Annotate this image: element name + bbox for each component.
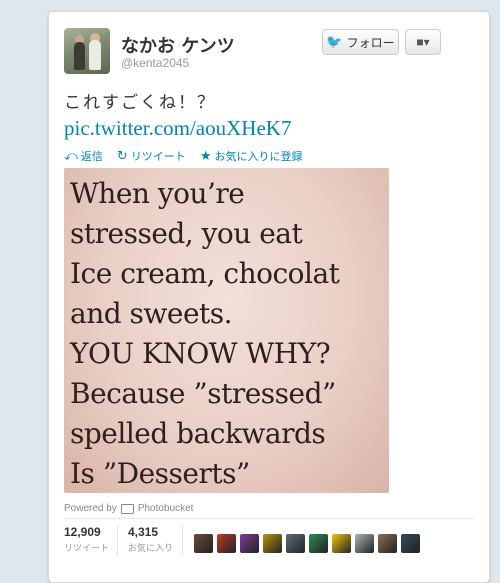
powered-by: Powered by Photobucket	[64, 503, 193, 514]
user-dropdown-button[interactable]: ■▾	[405, 29, 441, 55]
photo-text-line: Is ”Desserts”	[70, 457, 250, 490]
photo-text-line: spelled backwards	[70, 417, 326, 450]
favoriter-avatar[interactable]	[194, 534, 213, 553]
stats-divider	[64, 518, 474, 519]
favorite-action[interactable]: ★ お気に入りに登録	[200, 148, 303, 164]
photo-text-line: When you’re	[70, 177, 245, 210]
favorite-label: お気に入りに登録	[214, 151, 303, 163]
photo-text-line: and sweets.	[70, 297, 233, 330]
retweet-count: 12,909	[64, 525, 101, 539]
avatar-figure-right	[89, 40, 101, 70]
tweet-text: これすごくね！？	[64, 93, 216, 113]
favoriter-avatars	[194, 534, 420, 553]
star-icon: ★	[199, 148, 212, 163]
tweet-link[interactable]: pic.twitter.com/aouXHeK7	[64, 116, 291, 141]
powered-by-label: Powered by	[64, 503, 117, 514]
retweet-icon: ↻	[116, 148, 128, 163]
favorite-count-label: お気に入り	[128, 543, 174, 553]
favoriter-avatar[interactable]	[217, 534, 236, 553]
photobucket-link[interactable]: Photobucket	[138, 503, 194, 514]
avatar-figure-left	[74, 42, 85, 70]
favoriter-avatar[interactable]	[332, 534, 351, 553]
photo-text-line: stressed, you eat	[70, 217, 303, 250]
favoriter-avatar[interactable]	[401, 534, 420, 553]
favoriter-avatar[interactable]	[355, 534, 374, 553]
favoriter-avatar[interactable]	[263, 534, 282, 553]
favoriter-avatar[interactable]	[378, 534, 397, 553]
reply-icon: ⤺	[64, 148, 78, 163]
reply-label: 返信	[80, 151, 103, 163]
stat-separator	[182, 526, 183, 556]
user-dropdown-icon: ■▾	[416, 35, 430, 49]
favoriter-avatar[interactable]	[309, 534, 328, 553]
screen-name[interactable]: @kenta2045	[121, 56, 189, 70]
follow-label: フォロー	[346, 35, 395, 50]
tweet-actions: ⤺ 返信 ↻ リツイート ★ お気に入りに登録	[64, 148, 302, 164]
avatar[interactable]	[64, 28, 110, 74]
retweet-action[interactable]: ↻ リツイート	[117, 148, 186, 164]
retweet-stat[interactable]: 12,909 リツイート	[64, 525, 109, 554]
photo-text-line: Ice cream, chocolat	[70, 257, 340, 290]
twitter-bird-icon: 🐦	[326, 34, 343, 49]
favorite-stat[interactable]: 4,315 お気に入り	[128, 525, 173, 554]
photo-text-line: YOU KNOW WHY?	[70, 337, 331, 370]
photo-text-line: Because ”stressed”	[70, 377, 336, 410]
favoriter-avatar[interactable]	[286, 534, 305, 553]
display-name[interactable]: なかお ケンツ	[121, 32, 235, 58]
favoriter-avatar[interactable]	[240, 534, 259, 553]
tweet-card: なかお ケンツ @kenta2045 🐦 フォロー ■▾ これすごくね！？ pi…	[48, 11, 490, 583]
reply-action[interactable]: ⤺ 返信	[64, 148, 103, 164]
tweet-photo[interactable]: When you’re stressed, you eat Ice cream,…	[64, 168, 389, 493]
camera-icon	[120, 503, 134, 514]
retweet-label: リツイート	[130, 151, 186, 163]
favorite-count: 4,315	[128, 525, 159, 539]
stat-separator	[117, 526, 118, 556]
follow-button[interactable]: 🐦 フォロー	[322, 29, 399, 55]
retweet-count-label: リツイート	[64, 543, 110, 553]
